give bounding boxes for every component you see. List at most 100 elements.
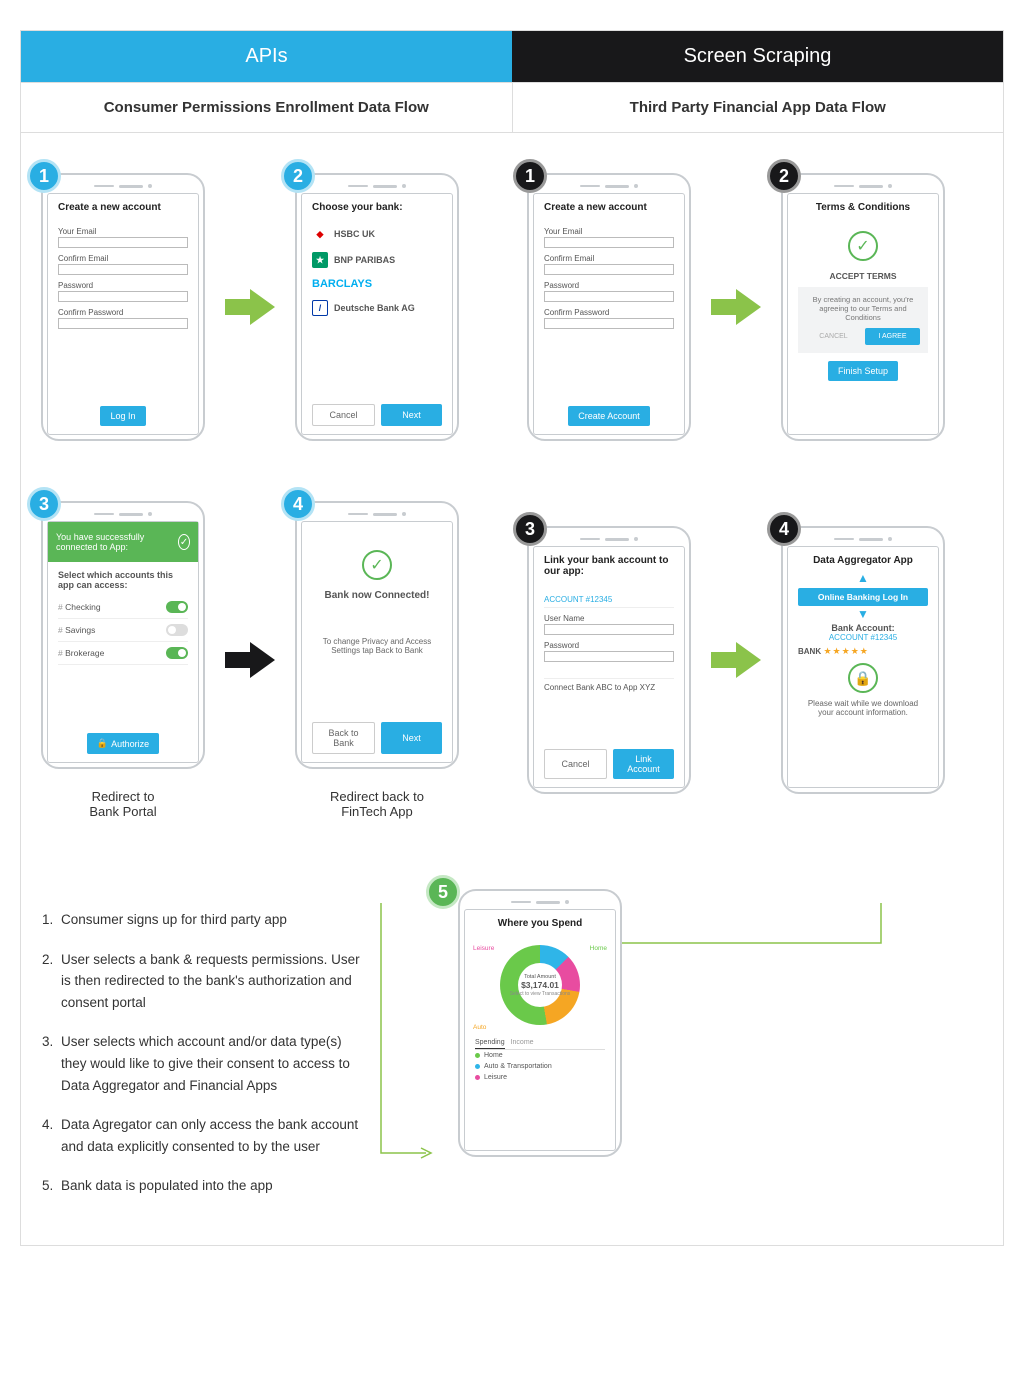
step-badge-r2: 2 (767, 159, 801, 193)
check-icon: ✓ (362, 550, 392, 580)
cancel-button[interactable]: Cancel (312, 404, 375, 426)
check-icon: ✓ (848, 231, 878, 261)
label-email: Your Email (544, 227, 674, 236)
online-banking-login[interactable]: Online Banking Log In (798, 588, 928, 606)
label-confirm-password: Confirm Password (58, 308, 188, 317)
phone-scrape-3: Link your bank account to our app: ACCOU… (527, 526, 691, 794)
legend-auto: Auto & Transportation (475, 1061, 605, 1072)
bank-db[interactable]: /Deutsche Bank AG (312, 295, 442, 321)
input-username[interactable] (544, 624, 674, 635)
arrow-down-icon: ▼ (798, 610, 928, 620)
label-username: User Name (544, 614, 674, 623)
bank-bnp[interactable]: ★BNP PARIBAS (312, 247, 442, 273)
step-badge-r3: 3 (513, 512, 547, 546)
select-hint: Select to view Transactions (510, 991, 571, 997)
lock-icon: 🔒 (848, 663, 878, 693)
back-bank-button[interactable]: Back to Bank (312, 722, 375, 754)
step-badge-1: 1 (27, 159, 61, 193)
flow-row-2: 3 You have successfully connected to App… (41, 501, 983, 819)
bank-label: BANK (798, 647, 821, 656)
authorize-button[interactable]: 🔒Authorize (87, 733, 159, 754)
create-account-button[interactable]: Create Account (568, 406, 650, 426)
total-amount: $3,174.01 (521, 980, 559, 990)
finish-setup-button[interactable]: Finish Setup (828, 361, 898, 381)
success-banner: You have successfully connected to App: … (48, 522, 198, 562)
step-4: Data Agregator can only access the bank … (57, 1114, 360, 1157)
privacy-note: To change Privacy and Access Settings ta… (312, 637, 442, 655)
star-rating-icon: ★★★★★ (823, 646, 868, 656)
flow-row-1: 1 Create a new account Your Email Confir… (41, 173, 983, 441)
agree-button[interactable]: I AGREE (865, 328, 920, 345)
toggle-savings[interactable] (166, 624, 188, 636)
link-account-button[interactable]: Link Account (613, 749, 674, 779)
caption-3: Redirect to Bank Portal (41, 789, 205, 819)
subtitle-left: Consumer Permissions Enrollment Data Flo… (21, 83, 513, 132)
input-confirm-password[interactable] (544, 318, 674, 329)
label-confirm-email: Confirm Email (58, 254, 188, 263)
phone-api-3: You have successfully connected to App: … (41, 501, 205, 769)
label-confirm-email: Confirm Email (544, 254, 674, 263)
screen-title: Where you Spend (475, 918, 605, 929)
next-button[interactable]: Next (381, 722, 442, 754)
input-password[interactable] (544, 291, 674, 302)
phone-scrape-4: Data Aggregator App ▲ Online Banking Log… (781, 526, 945, 794)
caption-4: Redirect back to FinTech App (295, 789, 459, 819)
legend-leisure: Leisure (475, 1072, 605, 1083)
step-badge-3: 3 (27, 487, 61, 521)
toggle-checking[interactable] (166, 601, 188, 613)
diagram-container: APIs Screen Scraping Consumer Permission… (0, 0, 1024, 1276)
lock-icon: 🔒 (97, 738, 108, 749)
connect-note: Connect Bank ABC to App XYZ (544, 678, 674, 692)
input-password[interactable] (544, 651, 674, 662)
donut-label-auto: Auto (473, 1024, 486, 1031)
account-num: ACCOUNT #12345 (798, 633, 928, 642)
bank-hsbc[interactable]: ◆HSBC UK (312, 221, 442, 247)
tab-income[interactable]: Income (511, 1039, 534, 1049)
subtitle: Select which accounts this app can acces… (58, 570, 188, 590)
donut-chart: Total Amount $3,174.01 Select to view Tr… (500, 945, 580, 1025)
input-email[interactable] (58, 237, 188, 248)
arrow-green-icon (225, 287, 275, 327)
login-button[interactable]: Log In (100, 406, 145, 426)
wait-note: Please wait while we download your accou… (798, 699, 928, 717)
arrow-up-icon: ▲ (798, 574, 928, 584)
screen-title: Choose your bank: (312, 202, 442, 213)
cancel-terms-button[interactable]: CANCEL (806, 328, 861, 345)
input-email[interactable] (544, 237, 674, 248)
screen-title: Link your bank account to our app: (544, 555, 674, 577)
cancel-button[interactable]: Cancel (544, 749, 607, 779)
account-row-savings: # Savings (58, 619, 188, 642)
input-confirm-email[interactable] (544, 264, 674, 275)
screen-title: Terms & Conditions (798, 202, 928, 213)
account-id: ACCOUNT #12345 (544, 595, 674, 608)
toggle-brokerage[interactable] (166, 647, 188, 659)
label-password: Password (544, 281, 674, 290)
check-icon: ✓ (178, 534, 190, 550)
arrow-green-icon (711, 287, 761, 327)
tab-spending[interactable]: Spending (475, 1039, 505, 1049)
accept-terms-label: ACCEPT TERMS (798, 271, 928, 281)
screen-title: Create a new account (58, 202, 188, 213)
phone-api-2: Choose your bank: ◆HSBC UK ★BNP PARIBAS … (295, 173, 459, 441)
arrow-black-icon (225, 640, 275, 680)
input-password[interactable] (58, 291, 188, 302)
input-confirm-email[interactable] (58, 264, 188, 275)
step-3: User selects which account and/or data t… (57, 1031, 360, 1096)
input-confirm-password[interactable] (58, 318, 188, 329)
next-button[interactable]: Next (381, 404, 442, 426)
phone-scrape-1: Create a new account Your Email Confirm … (527, 173, 691, 441)
legend-home: Home (475, 1050, 605, 1061)
phone-api-1: Create a new account Your Email Confirm … (41, 173, 205, 441)
header-tabs: APIs Screen Scraping (20, 30, 1004, 83)
step-badge-4: 4 (281, 487, 315, 521)
bottom-section: Consumer signs up for third party app Us… (41, 889, 983, 1215)
step-badge-r4: 4 (767, 512, 801, 546)
tab-scraping: Screen Scraping (512, 31, 1003, 82)
label-password: Password (544, 641, 674, 650)
bank-barclays[interactable]: BARCLAYS (312, 273, 442, 295)
step-2: User selects a bank & requests permissio… (57, 949, 360, 1014)
donut-label-home: Home (590, 945, 607, 952)
steps-list: Consumer signs up for third party app Us… (41, 889, 360, 1215)
screen-title: Data Aggregator App (798, 555, 928, 566)
step-badge-2: 2 (281, 159, 315, 193)
